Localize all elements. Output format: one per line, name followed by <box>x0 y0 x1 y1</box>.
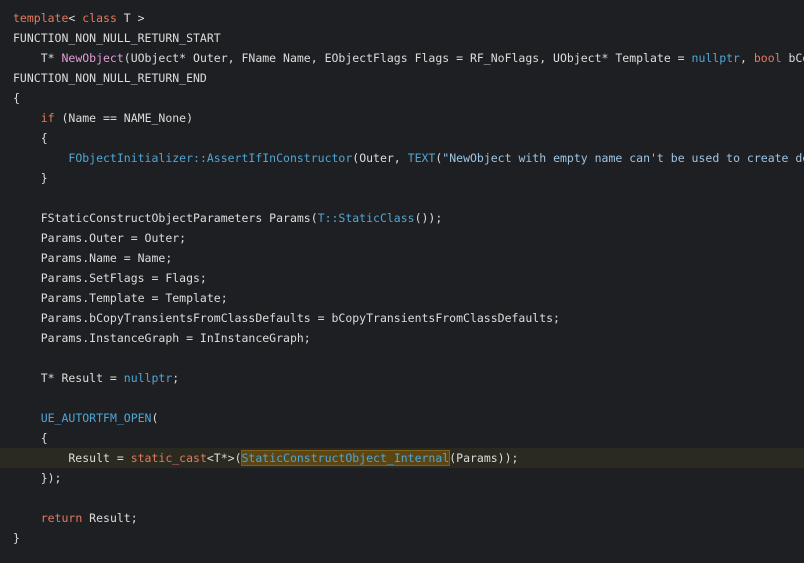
code-token: T* <box>13 51 62 65</box>
code-token: TEXT <box>407 151 436 165</box>
code-token: Params.bCopyTransientsFromClassDefaults … <box>13 311 560 325</box>
code-token: T::StaticClass <box>317 211 415 225</box>
code-token: , <box>739 51 754 65</box>
code-token: ( <box>151 411 159 425</box>
code-token: class <box>82 11 117 25</box>
code-token: T > <box>116 11 145 25</box>
code-token: bCopyTransientsFromClassDefaults = false <box>788 51 804 65</box>
code-token: return <box>40 511 83 525</box>
code-token: FUNCTION_NON_NULL_RETURN_START <box>13 31 221 45</box>
code-token: if <box>40 111 55 125</box>
code-line[interactable]: FObjectInitializer::AssertIfInConstructo… <box>0 148 804 168</box>
code-token: nullptr <box>691 51 740 65</box>
code-line[interactable]: FStaticConstructObjectParameters Params(… <box>0 208 804 228</box>
code-line[interactable]: } <box>0 528 804 548</box>
code-line[interactable]: Params.Name = Name; <box>0 248 804 268</box>
code-token: (Params)); <box>449 451 519 465</box>
code-line[interactable]: T* Result = nullptr; <box>0 368 804 388</box>
code-text-area[interactable]: template< class T > FUNCTION_NON_NULL_RET… <box>0 8 804 548</box>
code-token: (Outer, <box>352 151 408 165</box>
code-token: FUNCTION_NON_NULL_RETURN_END <box>13 71 207 85</box>
highlighted-symbol: StaticConstructObject_Internal <box>240 450 451 466</box>
code-line[interactable]: Params.Outer = Outer; <box>0 228 804 248</box>
code-token: { <box>13 131 48 145</box>
code-token: NewObject <box>61 51 124 65</box>
code-token: ; <box>172 371 180 385</box>
code-token: bool <box>753 51 782 65</box>
code-line[interactable]: return Result; <box>0 508 804 528</box>
code-token: } <box>13 531 20 545</box>
code-editor[interactable]: template< class T > FUNCTION_NON_NULL_RET… <box>0 0 804 563</box>
code-token: <T*>( <box>206 451 242 465</box>
code-line[interactable]: FUNCTION_NON_NULL_RETURN_END <box>0 68 804 88</box>
code-line[interactable] <box>0 388 804 408</box>
code-token: Result = <box>13 451 131 465</box>
code-line[interactable]: FUNCTION_NON_NULL_RETURN_START <box>0 28 804 48</box>
code-token: { <box>13 431 48 445</box>
code-token: FStaticConstructObjectParameters Params( <box>13 211 318 225</box>
code-token: nullptr <box>123 371 173 385</box>
code-token: Params.Name = Name; <box>13 251 173 265</box>
code-line[interactable]: T* NewObject(UObject* Outer, FName Name,… <box>0 48 804 68</box>
code-line[interactable]: Params.bCopyTransientsFromClassDefaults … <box>0 308 804 328</box>
code-line[interactable] <box>0 348 804 368</box>
code-token: Params.InstanceGraph = InInstanceGraph; <box>13 331 311 345</box>
code-line[interactable]: }); <box>0 468 804 488</box>
code-token: FObjectInitializer::AssertIfInConstructo… <box>68 151 353 165</box>
code-line[interactable] <box>0 188 804 208</box>
code-token: (Name == NAME_None) <box>54 111 194 125</box>
code-token: Params.SetFlags = Flags; <box>13 271 207 285</box>
code-token: Params.Outer = Outer; <box>13 231 187 245</box>
code-token: UE_AUTORTFM_OPEN <box>40 411 152 425</box>
code-token: ()); <box>414 211 443 225</box>
code-line[interactable]: { <box>0 128 804 148</box>
code-token: static_cast <box>130 451 207 465</box>
code-line[interactable]: if (Name == NAME_None) <box>0 108 804 128</box>
code-token: template <box>13 11 69 25</box>
current-code-line[interactable]: Result = static_cast<T*>(StaticConstruct… <box>0 448 804 468</box>
code-line[interactable]: Params.SetFlags = Flags; <box>0 268 804 288</box>
code-token: Result; <box>82 511 138 525</box>
code-token: { <box>13 91 20 105</box>
code-token: T* Result = <box>13 371 124 385</box>
code-line[interactable]: Params.InstanceGraph = InInstanceGraph; <box>0 328 804 348</box>
code-line[interactable]: { <box>0 428 804 448</box>
code-token: }); <box>13 471 62 485</box>
code-line[interactable] <box>0 488 804 508</box>
code-line[interactable]: UE_AUTORTFM_OPEN( <box>0 408 804 428</box>
code-token: (UObject* Outer, FName Name, EObjectFlag… <box>123 51 692 65</box>
code-token: } <box>13 171 48 185</box>
code-line[interactable]: { <box>0 88 804 108</box>
code-line[interactable]: } <box>0 168 804 188</box>
code-token: < <box>68 11 83 25</box>
code-token: "NewObject with empty name can't be used… <box>442 151 804 165</box>
code-line[interactable]: template< class T > <box>0 8 804 28</box>
code-token: Params.Template = Template; <box>13 291 228 305</box>
code-line[interactable]: Params.Template = Template; <box>0 288 804 308</box>
